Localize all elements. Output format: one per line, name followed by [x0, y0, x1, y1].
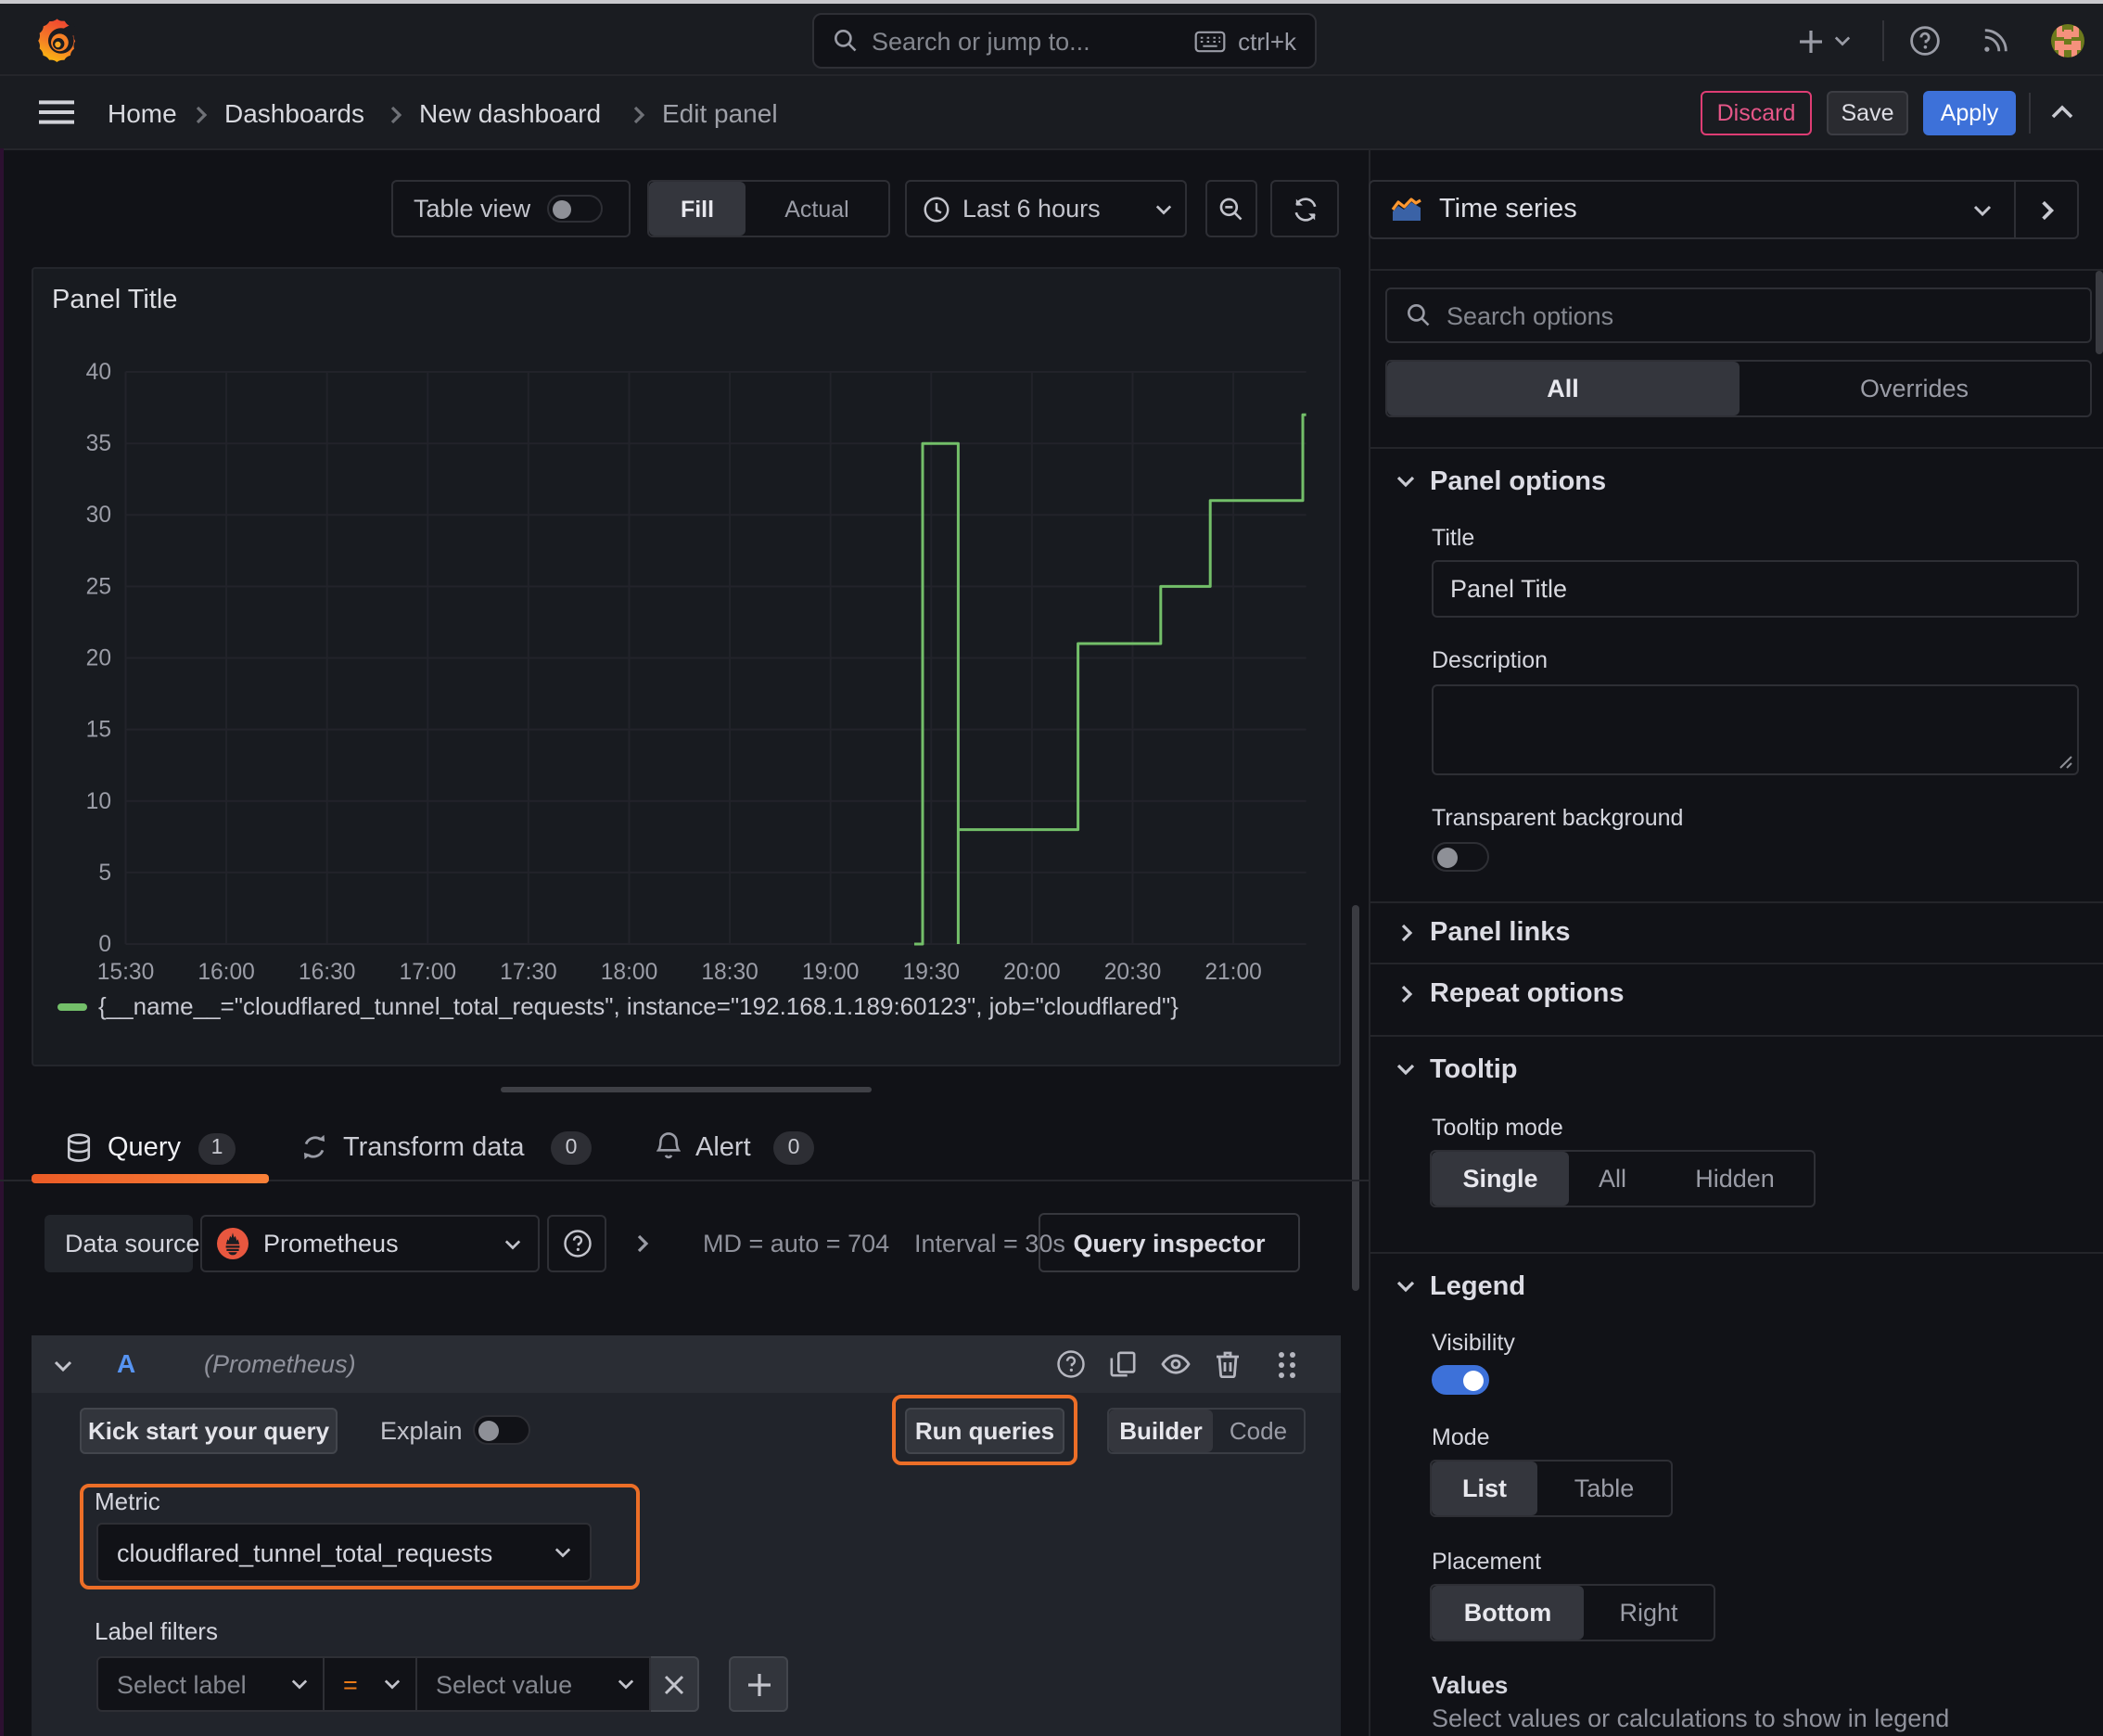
svg-text:15: 15	[86, 718, 111, 743]
svg-text:25: 25	[86, 574, 111, 599]
svg-text:40: 40	[86, 360, 111, 385]
svg-text:19:00: 19:00	[802, 960, 860, 985]
svg-text:18:00: 18:00	[601, 960, 658, 985]
svg-text:16:30: 16:30	[299, 960, 356, 985]
svg-text:18:30: 18:30	[701, 960, 758, 985]
svg-text:21:00: 21:00	[1204, 960, 1262, 985]
svg-text:10: 10	[86, 789, 111, 814]
svg-text:35: 35	[86, 431, 111, 456]
svg-text:20: 20	[86, 646, 111, 671]
svg-text:0: 0	[98, 932, 111, 957]
svg-text:30: 30	[86, 503, 111, 528]
svg-text:17:30: 17:30	[500, 960, 557, 985]
svg-text:20:00: 20:00	[1003, 960, 1061, 985]
svg-text:17:00: 17:00	[400, 960, 457, 985]
svg-text:19:30: 19:30	[903, 960, 961, 985]
svg-text:15:30: 15:30	[97, 960, 155, 985]
svg-text:20:30: 20:30	[1104, 960, 1162, 985]
svg-text:16:00: 16:00	[198, 960, 255, 985]
svg-text:5: 5	[98, 861, 111, 886]
